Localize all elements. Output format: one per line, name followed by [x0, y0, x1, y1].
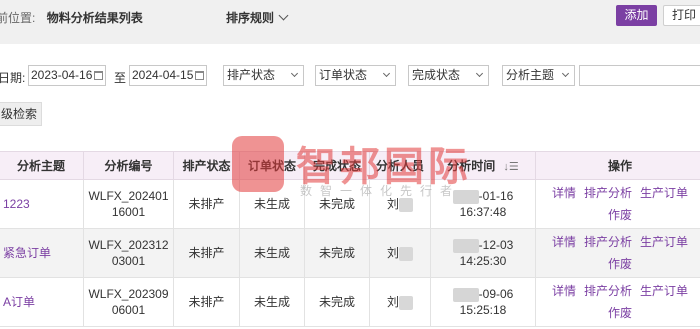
row-actions: 详情 排产分析 生产订单 作废: [535, 228, 700, 278]
production-status: 未排产: [173, 277, 240, 327]
analysis-time: -09-06 15:25:18: [430, 277, 536, 327]
detail-link[interactable]: 详情: [552, 186, 576, 200]
chevron-down-icon: [278, 10, 289, 21]
date-from-value: 2023-04-16: [31, 68, 93, 82]
sort-rules-dropdown[interactable]: 排序规则: [226, 9, 289, 26]
production-order-link[interactable]: 生产订单: [640, 235, 688, 249]
order-status-select[interactable]: 订单状态: [315, 65, 396, 86]
redaction-block: [452, 238, 479, 253]
add-button[interactable]: 添加: [616, 5, 657, 26]
analyst-name: 刘: [386, 246, 399, 260]
top-bar: 前位置: 物料分析结果列表 排序规则 添加 打印: [0, 0, 700, 44]
order-status: 未生成: [239, 228, 305, 278]
watermark: 智邦国际 数智一体化先行者: [222, 132, 512, 212]
order-status-value: 订单状态: [319, 68, 368, 82]
analyst: 刘: [369, 228, 431, 278]
table-row: A订单 WLFX_20230906001 未排产 未生成 未完成 刘 -09-0…: [0, 277, 700, 327]
row-actions: 详情 排产分析 生产订单 作废: [535, 179, 700, 229]
row-actions: 详情 排产分析 生产订单 作废: [535, 277, 700, 327]
analysis-time: -12-03 14:25:30: [430, 228, 536, 278]
sort-rules-label: 排序规则: [226, 11, 275, 25]
production-status: 未排产: [173, 228, 240, 278]
void-link[interactable]: 作废: [608, 208, 632, 222]
analysis-code: WLFX_20240116001: [83, 179, 174, 229]
void-link[interactable]: 作废: [608, 306, 632, 320]
date-from-input[interactable]: 2023-04-16: [28, 65, 106, 86]
analysis-topic-select[interactable]: 分析主题: [502, 65, 575, 86]
chevron-down-icon: [561, 69, 570, 78]
watermark-logo-icon: [232, 136, 284, 192]
analyst: 刘: [369, 277, 431, 327]
production-order-link[interactable]: 生产订单: [640, 284, 688, 298]
breadcrumb-prefix: 前位置:: [0, 11, 36, 25]
advanced-search-button[interactable]: 级检索: [0, 102, 42, 126]
chevron-down-icon: [382, 69, 391, 78]
column-header-topic[interactable]: 分析主题: [0, 151, 84, 180]
date-to-value: 2024-04-15: [132, 68, 194, 82]
analyst-name: 刘: [386, 295, 399, 309]
void-link[interactable]: 作废: [608, 257, 632, 271]
date-to-separator: 至: [114, 71, 127, 85]
keyword-input[interactable]: [579, 65, 700, 86]
production-analysis-link[interactable]: 排产分析: [584, 235, 632, 249]
print-button[interactable]: 打印: [663, 5, 700, 26]
completion-status: 未完成: [304, 228, 370, 278]
chevron-down-icon: [475, 69, 484, 78]
topic-link[interactable]: A订单: [0, 277, 84, 327]
completion-status-value: 完成状态: [412, 68, 461, 82]
production-status-select[interactable]: 排产状态: [223, 65, 304, 86]
detail-link[interactable]: 详情: [552, 284, 576, 298]
date-label: 日期:: [0, 71, 26, 85]
analysis-code: WLFX_20231203001: [83, 228, 174, 278]
analysis-code: WLFX_20230906001: [83, 277, 174, 327]
completion-status-select[interactable]: 完成状态: [408, 65, 489, 86]
redaction-block: [452, 287, 479, 302]
completion-status: 未完成: [304, 277, 370, 327]
calendar-icon[interactable]: [195, 71, 204, 80]
calendar-icon[interactable]: [94, 71, 103, 80]
table-row: 紧急订单 WLFX_20231203001 未排产 未生成 未完成 刘 -12-…: [0, 228, 700, 278]
column-header-code[interactable]: 分析编号: [83, 151, 174, 180]
production-analysis-link[interactable]: 排产分析: [584, 186, 632, 200]
chevron-down-icon: [290, 69, 299, 78]
production-status-value: 排产状态: [227, 68, 276, 82]
detail-link[interactable]: 详情: [552, 235, 576, 249]
redaction-block: [399, 246, 413, 261]
production-analysis-link[interactable]: 排产分析: [584, 284, 632, 298]
analysis-topic-value: 分析主题: [506, 68, 555, 82]
redaction-block: [399, 295, 413, 310]
breadcrumb: 前位置: 物料分析结果列表: [0, 9, 143, 26]
order-status: 未生成: [239, 277, 305, 327]
production-order-link[interactable]: 生产订单: [640, 186, 688, 200]
date-to-input[interactable]: 2024-04-15: [129, 65, 207, 86]
column-header-actions: 操作: [535, 151, 700, 180]
topic-link[interactable]: 1223: [0, 179, 84, 229]
page-title: 物料分析结果列表: [46, 11, 143, 25]
topic-link[interactable]: 紧急订单: [0, 228, 84, 278]
watermark-subtitle: 数智一体化先行者: [300, 184, 461, 198]
filter-bar: 日期: 2023-04-16 至 2024-04-15 排产状态 订单状态 完成…: [0, 64, 700, 88]
